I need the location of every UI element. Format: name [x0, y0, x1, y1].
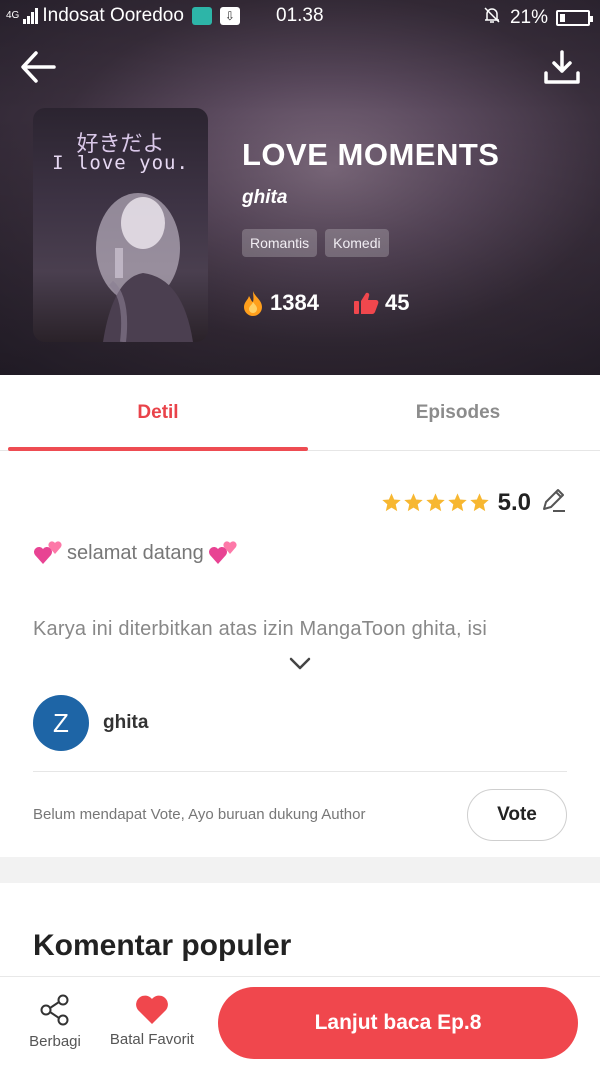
edit-rating-button[interactable] [539, 486, 567, 519]
star-icon [381, 493, 401, 512]
tag-romantis[interactable]: Romantis [242, 229, 318, 257]
genre-tags: Romantis Komedi [242, 229, 389, 257]
fire-count: 1384 [270, 290, 319, 315]
like-count: 45 [384, 290, 410, 315]
battery-level-fill [560, 14, 565, 22]
divider [33, 771, 567, 772]
welcome-line: selamat datang [33, 540, 238, 566]
vote-button[interactable]: Vote [467, 789, 567, 841]
rating-value: 5.0 [497, 488, 531, 516]
rating: 5.0 [381, 486, 567, 519]
thumbs-up-icon [353, 292, 379, 314]
share-label: Berbagi [29, 1033, 81, 1050]
chevron-down-icon [289, 657, 311, 670]
rating-stars [381, 492, 490, 513]
download-button[interactable] [540, 45, 584, 89]
book-stats: 1384 45 [242, 290, 409, 316]
app-notification-icon [191, 7, 212, 25]
unfavorite-label: Batal Favorit [109, 1031, 195, 1048]
two-hearts-icon [208, 541, 237, 564]
star-icon [403, 493, 423, 512]
active-tab-indicator [8, 447, 308, 451]
pencil-icon [543, 489, 565, 512]
download-notification-icon: ⇩ [219, 7, 240, 25]
back-button[interactable] [16, 45, 60, 89]
tab-episodes[interactable]: Episodes [308, 375, 600, 451]
book-cover[interactable]: 好きだよ I love you. [33, 108, 208, 342]
carrier-name: Indosat Ooredoo [42, 5, 184, 26]
status-right: 21% [482, 5, 593, 31]
two-hearts-icon [34, 541, 62, 564]
bottom-bar: Berbagi Batal Favorit Lanjut baca Ep.8 [0, 976, 600, 1067]
tag-komedi[interactable]: Komedi [325, 229, 389, 257]
unfavorite-button[interactable]: Batal Favorit [102, 993, 202, 1048]
author-row[interactable]: Z ghita [33, 695, 148, 751]
share-icon [40, 994, 69, 1026]
like-stat: 45 [353, 290, 409, 316]
section-separator [0, 857, 600, 883]
detail-tabs: Detil Episodes [0, 375, 600, 451]
star-icon [469, 493, 489, 512]
signal-icon [23, 8, 39, 24]
clock: 01.38 [276, 5, 324, 26]
cover-illustration [96, 193, 193, 342]
tab-detil[interactable]: Detil [8, 375, 308, 451]
status-left: 4G Indosat Ooredoo ⇩ [6, 5, 240, 27]
star-icon [425, 493, 445, 512]
battery-icon [556, 10, 593, 26]
avatar[interactable]: Z [33, 695, 89, 751]
book-author[interactable]: ghita [242, 187, 287, 209]
expand-description-button[interactable] [288, 655, 312, 673]
heart-icon [136, 995, 168, 1024]
network-type: 4G [6, 10, 20, 21]
description-text: Karya ini diterbitkan atas izin MangaToo… [33, 618, 487, 640]
battery-percent: 21% [509, 7, 548, 28]
download-icon [544, 50, 580, 84]
back-arrow-icon [21, 51, 56, 83]
continue-reading-button[interactable]: Lanjut baca Ep.8 [218, 987, 578, 1059]
share-button[interactable]: Berbagi [24, 993, 86, 1050]
fire-stat: 1384 [242, 290, 319, 316]
author-name[interactable]: ghita [103, 712, 148, 734]
fire-icon [244, 291, 262, 316]
hero-header: 4G Indosat Ooredoo ⇩ 01.38 21% 好きだよ I lo… [0, 0, 600, 375]
welcome-text: selamat datang [67, 541, 204, 564]
comments-heading: Komentar populer [33, 929, 292, 962]
book-title: LOVE MOMENTS [242, 137, 500, 172]
status-bar: 4G Indosat Ooredoo ⇩ 01.38 21% [0, 0, 600, 32]
vote-prompt: Belum mendapat Vote, Ayo buruan dukung A… [33, 806, 366, 823]
star-icon [447, 493, 467, 512]
silent-bell-icon [482, 5, 502, 31]
